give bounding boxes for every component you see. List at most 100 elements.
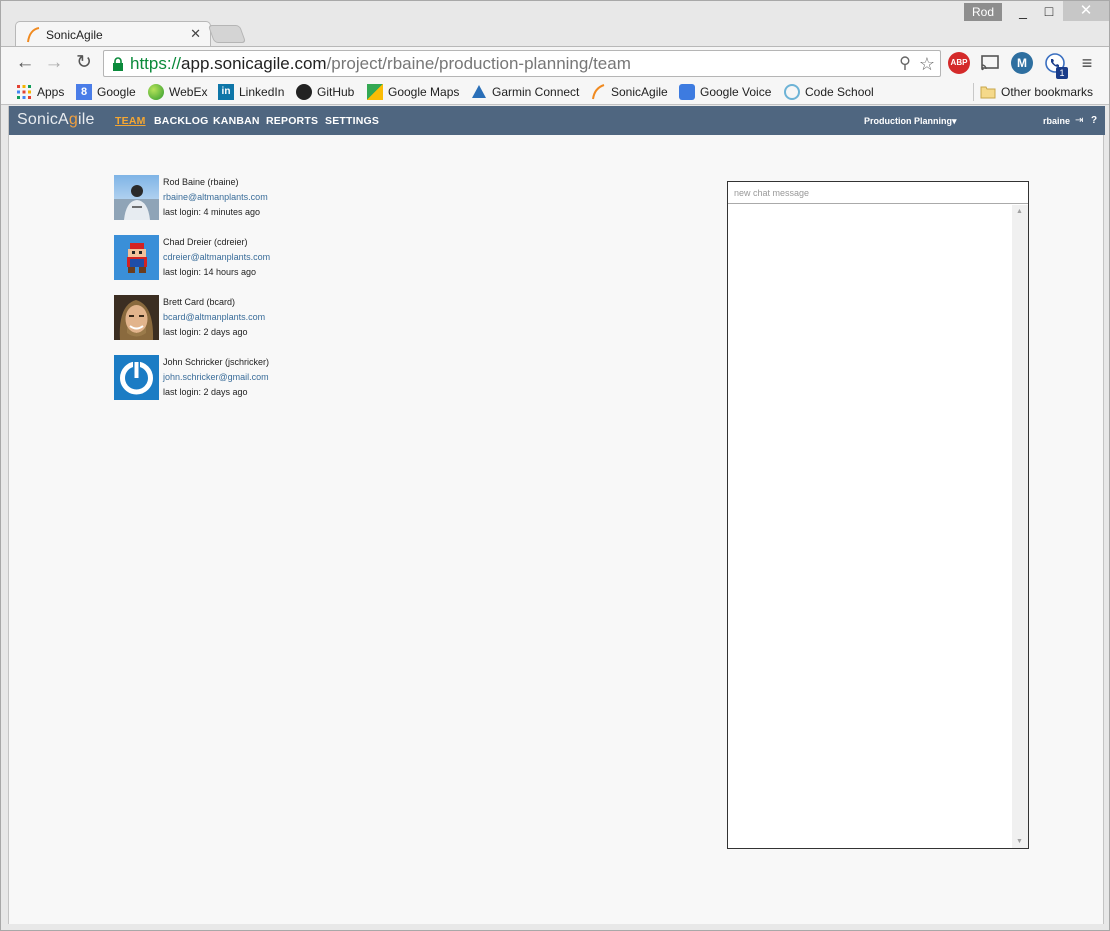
bookmark-linkedin[interactable]: in LinkedIn — [218, 82, 284, 102]
cast-icon[interactable] — [979, 52, 1001, 74]
member-last-login: last login: 4 minutes ago — [163, 207, 261, 217]
bookmark-label: Apps — [37, 85, 65, 99]
nav-team[interactable]: TEAM — [115, 115, 146, 127]
nav-reports[interactable]: REPORTS — [266, 115, 318, 127]
bookmark-label: Garmin Connect — [492, 85, 580, 99]
bookmark-label: SonicAgile — [611, 85, 668, 99]
scroll-down-arrow-icon[interactable]: ▼ — [1016, 838, 1023, 845]
nav-backlog[interactable]: BACKLOG — [154, 115, 208, 127]
caret-down-icon: ▾ — [952, 116, 957, 126]
logout-icon[interactable]: ⇥ — [1075, 115, 1083, 126]
chat-panel: ▲ ▼ — [727, 181, 1029, 849]
app-navbar: SonicAgile TEAM BACKLOG KANBAN REPORTS S… — [9, 106, 1105, 135]
close-window-button[interactable]: ✕ — [1063, 1, 1109, 21]
avatar[interactable] — [114, 235, 159, 280]
bookmark-label: Other bookmarks — [1001, 85, 1094, 99]
browser-tab[interactable]: SonicAgile ✕ — [15, 21, 211, 47]
codeschool-icon — [784, 83, 800, 100]
scroll-up-arrow-icon[interactable]: ▲ — [1016, 208, 1023, 215]
bookmark-webex[interactable]: WebEx — [148, 82, 207, 102]
chrome-menu-icon[interactable]: ≡ — [1076, 52, 1098, 74]
account-username[interactable]: rbaine — [1043, 116, 1070, 126]
bookmark-apps[interactable]: Apps — [16, 82, 64, 102]
bookmark-label: LinkedIn — [239, 85, 285, 99]
member-last-login: last login: 2 days ago — [163, 387, 248, 397]
back-arrow-icon[interactable]: ← — [14, 52, 36, 74]
member-last-login: last login: 14 hours ago — [163, 267, 257, 277]
bookmark-github[interactable]: GitHub — [296, 82, 354, 102]
member-email-link[interactable]: john.schricker@gmail.com — [163, 372, 269, 382]
folder-icon — [980, 86, 996, 99]
browser-window: SonicAgile ✕ Rod _ □ ✕ ← → ↻ https://app… — [0, 0, 1110, 931]
bookmark-google[interactable]: 8 Google — [76, 82, 136, 102]
bookmark-google-maps[interactable]: Google Maps — [367, 82, 459, 102]
nav-kanban[interactable]: KANBAN — [213, 115, 260, 127]
address-bar[interactable]: https://app.sonicagile.com/project/rbain… — [103, 50, 941, 77]
member-name: Chad Dreier (cdreier) — [163, 237, 248, 247]
bookmarks-separator — [973, 83, 974, 101]
voice-icon — [679, 83, 695, 100]
url-path: /project/rbaine/production-planning/team — [326, 54, 631, 73]
help-icon[interactable]: ? — [1091, 115, 1097, 126]
webex-icon — [148, 83, 164, 100]
url-scheme: https:// — [130, 54, 182, 73]
google-icon: 8 — [76, 83, 92, 100]
bookmark-label: Code School — [805, 85, 874, 99]
bookmark-other[interactable]: Other bookmarks — [980, 82, 1093, 102]
bookmark-sonicagile[interactable]: SonicAgile — [590, 82, 668, 102]
member-name: Brett Card (bcard) — [163, 297, 236, 307]
title-bar: SonicAgile ✕ Rod _ □ ✕ — [1, 1, 1109, 47]
linkedin-icon: in — [218, 83, 234, 100]
avatar[interactable] — [114, 355, 159, 400]
m-extension-icon[interactable]: M — [1011, 52, 1033, 74]
bookmark-label: Google Maps — [388, 85, 460, 99]
member-email-link[interactable]: bcard@altmanplants.com — [163, 312, 265, 322]
chat-message-input[interactable] — [728, 182, 1028, 204]
bookmarks-bar: Apps 8 Google WebEx in LinkedIn GitHub Goo… — [1, 79, 1109, 105]
member-last-login: last login: 2 days ago — [163, 327, 248, 337]
member-email-link[interactable]: rbaine@altmanplants.com — [163, 192, 268, 202]
url-text: https://app.sonicagile.com/project/rbain… — [130, 54, 631, 74]
sonicagile-favicon-icon — [27, 27, 40, 43]
team-member: John Schricker (jschricker) john.schrick… — [114, 354, 414, 414]
maximize-button[interactable]: □ — [1035, 1, 1063, 21]
avatar[interactable] — [114, 295, 159, 340]
adblock-plus-icon[interactable]: ABP — [948, 52, 970, 74]
sonicagile-logo[interactable]: SonicAgile — [17, 111, 95, 129]
bookmark-label: WebEx — [169, 85, 208, 99]
bookmark-star-icon[interactable]: ☆ — [918, 55, 936, 73]
reload-icon[interactable]: ↻ — [73, 52, 95, 74]
new-tab-button[interactable] — [207, 25, 247, 43]
url-host: app.sonicagile.com — [181, 54, 327, 73]
minimize-button[interactable]: _ — [1009, 1, 1037, 21]
phone-notification-badge: 1 — [1056, 67, 1068, 79]
member-email-link[interactable]: cdreier@altmanplants.com — [163, 252, 270, 262]
bookmark-label: Google — [97, 85, 136, 99]
app-page: SonicAgile TEAM BACKLOG KANBAN REPORTS S… — [8, 106, 1105, 924]
zoom-icon[interactable]: ⚲ — [896, 55, 914, 73]
maps-icon — [367, 83, 383, 100]
profile-badge[interactable]: Rod — [964, 3, 1002, 21]
member-name: John Schricker (jschricker) — [163, 357, 270, 367]
nav-settings[interactable]: SETTINGS — [325, 115, 379, 127]
forward-arrow-icon[interactable]: → — [43, 52, 65, 74]
tab-title: SonicAgile — [46, 28, 103, 42]
chat-scrollbar[interactable]: ▲ ▼ — [1012, 205, 1028, 848]
bookmark-code-school[interactable]: Code School — [784, 82, 874, 102]
bookmark-garmin[interactable]: Garmin Connect — [471, 82, 579, 102]
project-selector[interactable]: Production Planning▾ — [864, 116, 957, 127]
team-list: Rod Baine (rbaine) rbaine@altmanplants.c… — [114, 174, 414, 414]
team-member: Chad Dreier (cdreier) cdreier@altmanplan… — [114, 234, 414, 294]
bookmark-label: GitHub — [317, 85, 355, 99]
bookmark-google-voice[interactable]: Google Voice — [679, 82, 771, 102]
team-member: Rod Baine (rbaine) rbaine@altmanplants.c… — [114, 174, 414, 234]
github-icon — [296, 83, 312, 100]
bookmark-label: Google Voice — [700, 85, 772, 99]
browser-toolbar: ← → ↻ https://app.sonicagile.com/project… — [1, 46, 1109, 79]
tab-close-icon[interactable]: ✕ — [190, 26, 201, 42]
garmin-icon — [472, 84, 486, 98]
apps-grid-icon — [17, 84, 31, 99]
team-member: Brett Card (bcard) bcard@altmanplants.co… — [114, 294, 414, 354]
lock-icon — [113, 57, 123, 71]
avatar[interactable] — [114, 175, 159, 220]
